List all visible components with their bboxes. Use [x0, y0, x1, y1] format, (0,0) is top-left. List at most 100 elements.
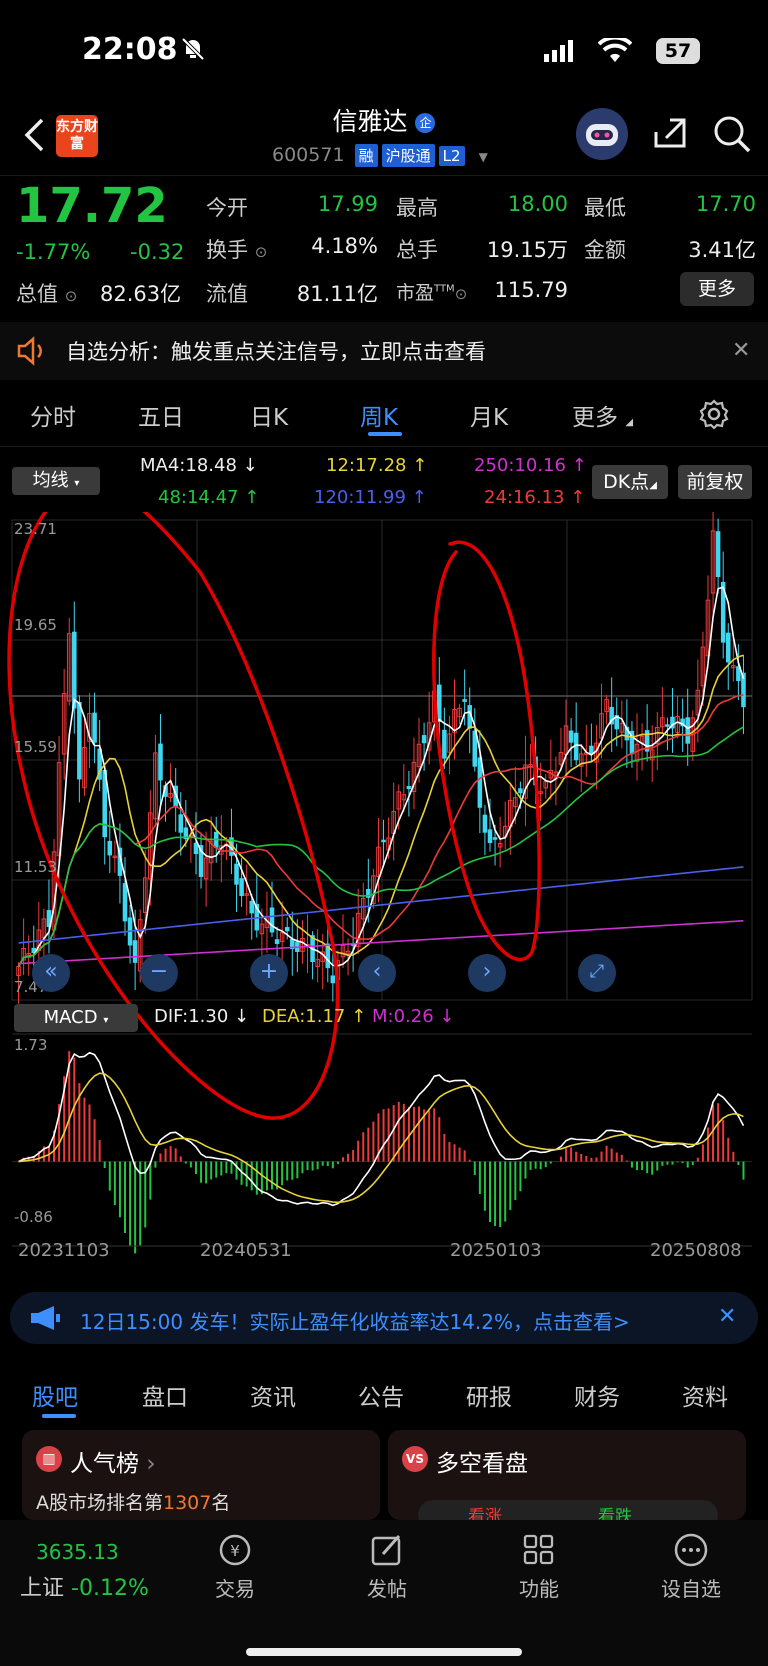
- candle-body: [330, 975, 336, 984]
- candle-body: [482, 814, 488, 833]
- bell-off-icon: [180, 36, 206, 62]
- index-widget[interactable]: 3635.13 上证 -0.12%: [20, 1540, 170, 1602]
- amount-label: 金额: [584, 238, 626, 262]
- dk-point-button[interactable]: DK点◢: [592, 465, 668, 499]
- date-tick: 20240531: [200, 1240, 292, 1261]
- scroll-left-icon[interactable]: ‹: [358, 954, 396, 992]
- share-icon[interactable]: [652, 116, 688, 156]
- tag-margin: 融: [354, 144, 378, 167]
- stock-code: 600571: [272, 144, 345, 166]
- wifi-icon: [597, 35, 633, 68]
- tab-research[interactable]: 研报: [466, 1378, 512, 1412]
- rewind-icon[interactable]: «: [32, 954, 70, 992]
- status-time: 22:08: [82, 32, 178, 67]
- banner-text: 12日15:00 发车！实际止盈年化收益率达14.2%，点击查看>: [80, 1310, 630, 1334]
- stock-code-row: 600571 融沪股通 L2 ▼: [272, 144, 488, 167]
- ma-lines: [17, 586, 745, 967]
- candle-body: [518, 788, 523, 794]
- bull-bear-title: 多空看盘: [436, 1451, 528, 1477]
- ma12-value: 12:17.28 ↑: [326, 455, 428, 476]
- candle-body: [568, 730, 574, 743]
- candle-body: [77, 702, 82, 780]
- scroll-right-icon[interactable]: ›: [468, 954, 506, 992]
- tab-news[interactable]: 资讯: [250, 1378, 296, 1412]
- speaker-icon: [16, 336, 48, 370]
- volume-value: 19.15万: [486, 238, 568, 262]
- post-nav[interactable]: 发帖: [332, 1532, 442, 1602]
- trade-nav[interactable]: ¥ 交易: [180, 1532, 290, 1602]
- edit-icon: [371, 1535, 401, 1566]
- tab-profile[interactable]: 资料: [682, 1378, 728, 1412]
- trade-icon: ¥: [219, 1534, 251, 1566]
- macd-dif: DIF:1.30 ↓: [154, 1006, 250, 1027]
- open-value: 17.99: [317, 192, 378, 216]
- functions-nav[interactable]: 功能: [484, 1532, 594, 1602]
- ma-selector[interactable]: 均线 ▾: [12, 467, 100, 495]
- candle-body: [122, 883, 128, 922]
- macd-m: M:0.26 ↓: [372, 1006, 455, 1027]
- tab-daily-k[interactable]: 日K: [250, 398, 288, 432]
- tab-more[interactable]: 更多 ◢: [572, 398, 633, 432]
- robot-avatar-icon[interactable]: [576, 108, 628, 160]
- date-tick: 20231103: [18, 1240, 110, 1261]
- add-watchlist-nav[interactable]: 设自选: [636, 1532, 746, 1602]
- candle-body: [274, 939, 280, 944]
- zoom-out-icon[interactable]: −: [140, 954, 178, 992]
- bottom-nav: 3635.13 上证 -0.12% ¥ 交易 发帖 功能 设自选: [0, 1520, 768, 1666]
- total-value: 82.63亿: [100, 282, 182, 306]
- ma4-line: [17, 586, 745, 967]
- candle-body: [92, 712, 97, 743]
- tab-active-indicator: [368, 432, 402, 436]
- vs-icon: VS: [402, 1446, 428, 1472]
- banner-close-icon[interactable]: ✕: [718, 1304, 736, 1329]
- tag-connect: 沪股通: [381, 144, 435, 167]
- tab-five-day[interactable]: 五日: [138, 398, 184, 432]
- more-dots-icon: [674, 1533, 708, 1567]
- candle-body: [158, 743, 163, 781]
- macd-selector[interactable]: MACD ▾: [14, 1004, 138, 1032]
- popularity-card[interactable]: ▥ 人气榜 › A股市场排名第1307名: [22, 1430, 380, 1520]
- candle-body: [589, 745, 594, 754]
- turnover-label: 换手 ⊙: [206, 238, 268, 262]
- price-tick: 15.59: [14, 738, 57, 756]
- date-tick: 20250808: [650, 1240, 742, 1261]
- tab-weekly-k[interactable]: 周K: [360, 398, 398, 432]
- candle-body: [421, 735, 427, 744]
- candle-body: [437, 684, 442, 722]
- turnover-value: 4.18%: [311, 234, 378, 258]
- search-icon[interactable]: [712, 114, 752, 158]
- battery-icon: 57: [656, 38, 700, 64]
- candle-body: [715, 531, 721, 578]
- tab-monthly-k[interactable]: 月K: [470, 398, 508, 432]
- candle-body: [249, 900, 255, 914]
- promo-banner[interactable]: 12日15:00 发车！实际止盈年化收益率达14.2%，点击查看> ✕: [10, 1292, 758, 1344]
- alert-bar[interactable]: 自选分析：触发重点关注信号，立即点击查看 ✕: [0, 322, 768, 380]
- adjust-button[interactable]: 前复权: [678, 465, 752, 499]
- app-screen: 22:08 57 东方财富 信雅达 企 600571 融沪股通 L2 ▼ 17.7…: [0, 0, 768, 1666]
- signal-icon: [544, 40, 576, 66]
- fullscreen-icon[interactable]: ⤢: [578, 954, 616, 992]
- alert-text: 自选分析：触发重点关注信号，立即点击查看: [66, 340, 486, 364]
- tab-pankou[interactable]: 盘口: [142, 1378, 188, 1412]
- tab-guba[interactable]: 股吧: [32, 1378, 78, 1412]
- bottom-tab-indicator: [42, 1414, 76, 1418]
- ma250-value: 250:10.16 ↑: [474, 455, 587, 476]
- change-pct: -1.77%: [16, 240, 91, 264]
- close-icon[interactable]: ✕: [732, 338, 750, 363]
- bull-bear-card[interactable]: VS 多空看盘 看涨 看跌: [388, 1430, 746, 1530]
- tab-finance[interactable]: 财务: [574, 1378, 620, 1412]
- settings-icon[interactable]: [698, 398, 730, 434]
- candle-body: [284, 927, 290, 932]
- amount-value: 3.41亿: [688, 238, 756, 262]
- index-row: 上证 -0.12%: [20, 1576, 149, 1601]
- candle-body: [725, 632, 731, 663]
- candle-body: [193, 842, 199, 855]
- high-value: 18.00: [507, 192, 568, 216]
- tab-announcements[interactable]: 公告: [358, 1378, 404, 1412]
- candle-body: [72, 631, 77, 709]
- tag-l2: L2: [438, 146, 465, 166]
- tab-intraday[interactable]: 分时: [30, 398, 76, 432]
- index-value: 3635.13: [36, 1540, 119, 1564]
- more-button[interactable]: 更多: [680, 272, 754, 306]
- zoom-in-icon[interactable]: +: [250, 954, 288, 992]
